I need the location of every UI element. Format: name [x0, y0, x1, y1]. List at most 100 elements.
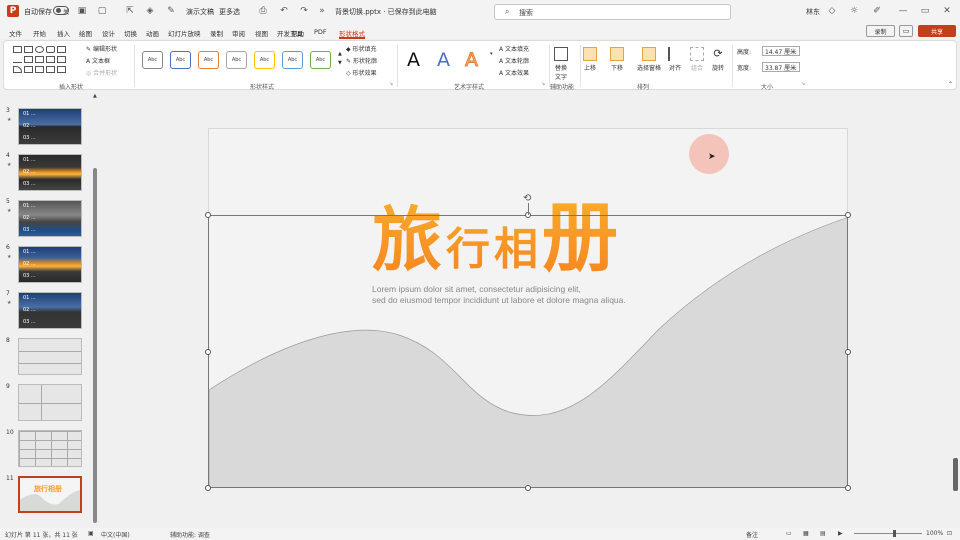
- resize-handle-tr[interactable]: [845, 212, 851, 218]
- tab-shape-format[interactable]: 形状格式: [339, 28, 365, 39]
- tab-record[interactable]: 录制: [210, 28, 223, 38]
- slide-thumb-3[interactable]: 01 ... 02 ... 03 ...: [18, 108, 82, 145]
- tab-draw[interactable]: 绘图: [79, 28, 92, 38]
- tab-review[interactable]: 审阅: [232, 28, 245, 38]
- format-painter-icon[interactable]: ◈: [144, 5, 156, 17]
- reading-view-icon[interactable]: ▤: [820, 530, 826, 537]
- slide-thumb-9[interactable]: [18, 384, 82, 421]
- customize-icon[interactable]: »: [316, 5, 328, 17]
- tab-pdf[interactable]: PDF: [314, 28, 327, 36]
- selection-pane-button[interactable]: 选择窗格: [637, 47, 661, 72]
- search-box[interactable]: ⌕ 搜索: [494, 4, 731, 20]
- shape-outline-button[interactable]: ✎ 形状轮廓: [346, 56, 377, 65]
- text-effects-button[interactable]: A 文本效果: [499, 68, 529, 77]
- shape-wave-icon[interactable]: [35, 66, 44, 73]
- thumbnail-scrollbar[interactable]: [93, 168, 97, 523]
- zoom-level[interactable]: 100%: [926, 530, 943, 537]
- share-button[interactable]: 共享: [918, 25, 956, 37]
- slideshow-view-icon[interactable]: ▶: [838, 530, 843, 537]
- height-input[interactable]: 14.47 厘米: [762, 46, 800, 56]
- zoom-slider-thumb[interactable]: [893, 530, 896, 537]
- slide-thumb-7[interactable]: 01 ... 02 ... 03 ...: [18, 292, 82, 329]
- present-button[interactable]: 演示文稿: [186, 7, 214, 17]
- wordart-gallery-icon[interactable]: ▾: [490, 51, 493, 57]
- rotate-button[interactable]: ⟳ 旋转: [711, 47, 725, 72]
- collapse-ribbon-icon[interactable]: ⌃: [948, 81, 953, 88]
- shape-style-6[interactable]: Abc: [282, 51, 303, 69]
- shape-more-icon[interactable]: [57, 66, 66, 73]
- textbox-button[interactable]: A 文本框: [86, 56, 110, 65]
- record-button[interactable]: 录制: [866, 25, 895, 37]
- lightbulb-icon[interactable]: ☼: [848, 5, 860, 17]
- merge-shapes-button[interactable]: ◎ 合并形状: [86, 68, 117, 77]
- pen-icon[interactable]: ✐: [871, 5, 883, 17]
- resize-handle-b[interactable]: [525, 485, 531, 491]
- slide-thumb-4[interactable]: 01 ... 02 ... 03 ...: [18, 154, 82, 191]
- slide-thumb-11[interactable]: 旅行相册: [18, 476, 82, 513]
- resize-handle-r[interactable]: [845, 349, 851, 355]
- shape-arrow-icon[interactable]: [24, 56, 33, 63]
- wordart-style-black[interactable]: A: [407, 49, 420, 71]
- canvas-scrollbar[interactable]: [953, 458, 958, 491]
- shape-line-icon[interactable]: [13, 56, 22, 63]
- scroll-up-icon[interactable]: ▲: [93, 93, 97, 99]
- bring-forward-button[interactable]: 上移: [583, 47, 597, 72]
- shape-triangle-icon[interactable]: [57, 46, 66, 53]
- tab-slideshow[interactable]: 幻灯片放映: [168, 28, 201, 38]
- shape-effects-button[interactable]: ◇ 形状效果: [346, 68, 377, 77]
- alt-text-button[interactable]: 替换 文字: [554, 47, 568, 81]
- dialog-launcher-icon[interactable]: ↘: [389, 81, 393, 87]
- export-icon[interactable]: ⇱: [124, 5, 136, 17]
- shape-style-2[interactable]: Abc: [170, 51, 191, 69]
- comment-button[interactable]: ▭: [899, 25, 913, 37]
- dialog-launcher-icon[interactable]: ↘: [541, 81, 545, 87]
- shape-callout-icon[interactable]: [46, 56, 55, 63]
- shape-freeform-icon[interactable]: [24, 66, 33, 73]
- shape-textbox-icon[interactable]: [24, 46, 33, 53]
- shape-ellipse-icon[interactable]: [35, 46, 44, 53]
- redo-icon[interactable]: ↷: [298, 5, 310, 17]
- fit-slide-icon[interactable]: ⊡: [947, 530, 952, 537]
- tab-home[interactable]: 开始: [33, 28, 46, 38]
- gallery-up-icon[interactable]: ▲: [338, 51, 342, 57]
- diamond-icon[interactable]: ◇: [826, 5, 838, 17]
- shape-curve-icon[interactable]: [13, 66, 22, 73]
- align-button[interactable]: 对齐: [668, 47, 682, 72]
- shape-style-7[interactable]: Abc: [310, 51, 331, 69]
- slide-thumb-8[interactable]: [18, 338, 82, 375]
- text-fill-button[interactable]: A 文本填充: [499, 44, 529, 53]
- dialog-launcher-icon[interactable]: ↘: [801, 81, 805, 87]
- accessibility-status[interactable]: 辅助功能: 调查: [170, 530, 210, 539]
- text-outline-button[interactable]: A 文本轮廓: [499, 56, 529, 65]
- tab-help[interactable]: 帮助: [291, 28, 304, 38]
- shape-style-5[interactable]: Abc: [254, 51, 275, 69]
- shape-rounded-icon[interactable]: [46, 46, 55, 53]
- tab-design[interactable]: 设计: [102, 28, 115, 38]
- shape-style-3[interactable]: Abc: [198, 51, 219, 69]
- shape-rect-icon[interactable]: [13, 46, 22, 53]
- undo-icon[interactable]: ↶: [278, 5, 290, 17]
- save-icon[interactable]: ▣: [76, 5, 88, 17]
- slide-thumb-5[interactable]: 01 ... 02 ... 03 ...: [18, 200, 82, 237]
- tab-file[interactable]: 文件: [9, 28, 22, 38]
- minimize-icon[interactable]: —: [897, 5, 909, 17]
- sorter-view-icon[interactable]: ▦: [803, 530, 809, 537]
- group-button[interactable]: 组合: [690, 47, 704, 72]
- language-status[interactable]: 中文(中国): [101, 530, 130, 539]
- new-file-icon[interactable]: ▢: [96, 5, 108, 17]
- shape-fill-button[interactable]: ◆ 形状填充: [346, 44, 377, 53]
- resize-handle-tl[interactable]: [205, 212, 211, 218]
- slide-thumb-6[interactable]: 01 ... 02 ... 03 ...: [18, 246, 82, 283]
- shape-style-1[interactable]: Abc: [142, 51, 163, 69]
- shape-star-icon[interactable]: [35, 56, 44, 63]
- shape-style-4[interactable]: Abc: [226, 51, 247, 69]
- resize-handle-l[interactable]: [205, 349, 211, 355]
- slide-thumb-10[interactable]: [18, 430, 82, 467]
- close-icon[interactable]: ✕: [941, 5, 953, 17]
- gallery-down-icon[interactable]: ▼: [338, 60, 342, 66]
- tab-insert[interactable]: 插入: [57, 28, 70, 38]
- normal-view-icon[interactable]: ▭: [786, 530, 792, 537]
- wordart-style-orange[interactable]: A: [465, 49, 479, 72]
- edit-shape-button[interactable]: ✎ 编辑形状: [86, 44, 117, 53]
- user-name[interactable]: 林东: [806, 7, 820, 17]
